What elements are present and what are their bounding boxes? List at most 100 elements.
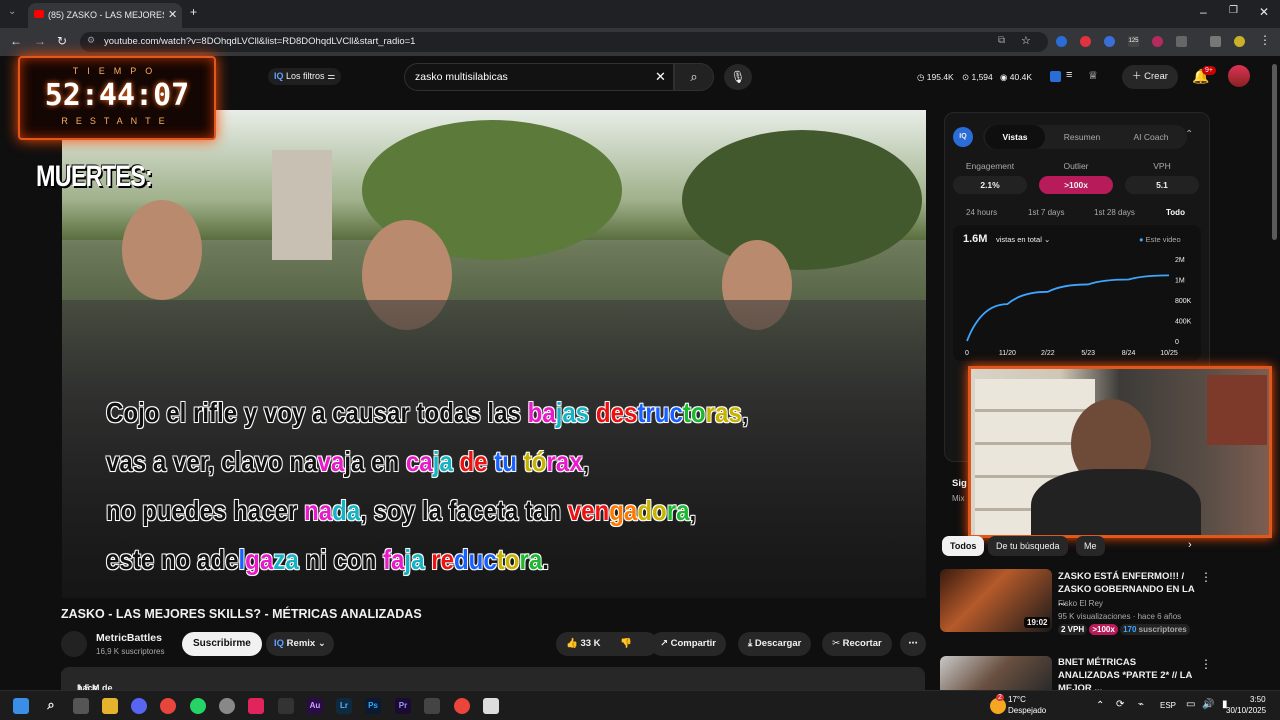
windows-start-icon[interactable] bbox=[13, 698, 29, 714]
more-actions-icon[interactable]: ⋯ bbox=[900, 632, 926, 656]
rec-duration: 19:02 bbox=[1024, 617, 1051, 628]
chips-next-icon[interactable]: › bbox=[1188, 539, 1192, 551]
collapse-icon[interactable]: ⌃ bbox=[1185, 129, 1193, 140]
chip-from-search[interactable]: De tu búsqueda bbox=[988, 536, 1068, 556]
thumbs-down-icon[interactable]: 👎 bbox=[620, 632, 632, 656]
remix-button[interactable]: IQ Remix ⌄ bbox=[266, 632, 334, 656]
extensions-puzzle-icon[interactable] bbox=[1176, 36, 1187, 47]
clock-time[interactable]: 3:50 bbox=[1250, 695, 1266, 704]
video-player[interactable]: Cojo el rifle y voy a causar todas las b… bbox=[62, 110, 926, 598]
lightroom-icon[interactable]: Lr bbox=[336, 698, 352, 714]
counter-extension-icon[interactable]: 125 bbox=[1128, 36, 1139, 47]
iq-header-icon[interactable] bbox=[1050, 71, 1061, 82]
iq-extension-icon[interactable] bbox=[1056, 36, 1067, 47]
like-button[interactable]: 👍 33 K bbox=[566, 638, 601, 649]
range-24h[interactable]: 24 hours bbox=[966, 208, 997, 217]
description-box[interactable]: 1,5 M de visualizaciones hace 6 años bbox=[61, 667, 925, 713]
tray-chevron-icon[interactable]: ⌃ bbox=[1096, 700, 1104, 711]
trophy-icon[interactable]: ♕ bbox=[1088, 69, 1098, 82]
terminal-icon[interactable] bbox=[424, 698, 440, 714]
premiere-icon[interactable]: Pr bbox=[395, 698, 411, 714]
new-tab-icon[interactable]: + bbox=[190, 5, 197, 19]
playlist-title-partial[interactable]: Sig bbox=[952, 478, 967, 489]
create-button[interactable]: ＋ Crear bbox=[1122, 65, 1178, 89]
range-28d[interactable]: 1st 28 days bbox=[1094, 208, 1135, 217]
site-info-icon[interactable]: ⚙ bbox=[87, 35, 95, 46]
rec-menu-icon[interactable]: ⋮ bbox=[1200, 570, 1212, 584]
clock-date[interactable]: 30/10/2025 bbox=[1226, 706, 1266, 715]
subscribe-button[interactable]: Suscribirme bbox=[182, 632, 262, 656]
chip-all[interactable]: Todos bbox=[942, 536, 985, 556]
red-extension-icon[interactable] bbox=[1080, 36, 1091, 47]
voice-search-button[interactable]: 🎙 bbox=[724, 64, 752, 90]
language-indicator[interactable]: ESP bbox=[1160, 701, 1176, 710]
browser-tab[interactable]: (85) ZASKO - LAS MEJORES SKILLS ✕ bbox=[28, 3, 182, 28]
shield-extension-icon[interactable] bbox=[1152, 36, 1163, 47]
close-window-icon[interactable]: ✕ bbox=[1259, 5, 1269, 19]
wave-extension-icon[interactable] bbox=[1104, 36, 1115, 47]
network-icon[interactable]: ⌁ bbox=[1138, 699, 1144, 710]
minimize-icon[interactable]: – bbox=[1200, 5, 1207, 19]
forward-icon[interactable]: → bbox=[34, 34, 46, 48]
file-explorer-icon[interactable] bbox=[102, 698, 118, 714]
window-app-icon[interactable] bbox=[483, 698, 499, 714]
browser-menu-icon[interactable]: ⋮ bbox=[1259, 33, 1271, 47]
x-tick-label: 2/22 bbox=[1041, 350, 1055, 357]
back-icon[interactable]: ← bbox=[10, 34, 22, 48]
y-tick-label: 400K bbox=[1175, 319, 1192, 326]
download-button[interactable]: ⤓ Descargar bbox=[738, 632, 812, 656]
chrome-active-icon[interactable] bbox=[454, 698, 470, 714]
url-field[interactable]: ⚙ youtube.com/watch?v=8DOhqdLVCll&list=R… bbox=[80, 32, 1048, 52]
reload-icon[interactable]: ↻ bbox=[57, 34, 67, 48]
app-icon[interactable] bbox=[219, 698, 235, 714]
task-view-icon[interactable] bbox=[73, 698, 89, 714]
filters-button[interactable]: IQ Los filtros ⚌ bbox=[268, 68, 342, 85]
chevron-down-icon: ⌄ bbox=[317, 638, 326, 649]
tab-ai-coach[interactable]: AI Coach bbox=[1117, 125, 1185, 149]
channel-name[interactable]: MetricBattles bbox=[96, 632, 162, 644]
tab-vistas[interactable]: Vistas bbox=[985, 125, 1045, 149]
range-all[interactable]: Todo bbox=[1166, 208, 1185, 217]
sync-icon[interactable]: ⟳ bbox=[1116, 699, 1124, 710]
channel-avatar[interactable] bbox=[61, 631, 87, 657]
bookmark-star-icon[interactable]: ☆ bbox=[1021, 34, 1031, 47]
tab-resumen[interactable]: Resumen bbox=[1049, 125, 1115, 149]
photoshop-icon[interactable]: Ps bbox=[365, 698, 381, 714]
url-text: youtube.com/watch?v=8DOhqdLVCll&list=RD8… bbox=[104, 36, 416, 47]
volume-icon[interactable]: 🔊 bbox=[1202, 699, 1214, 710]
search-button[interactable]: ⌕ bbox=[674, 63, 714, 91]
maximize-icon[interactable]: ❐ bbox=[1229, 5, 1238, 16]
whatsapp-icon[interactable] bbox=[190, 698, 206, 714]
tab-list-icon[interactable]: ⌄ bbox=[8, 6, 16, 17]
rec-menu-icon[interactable]: ⋮ bbox=[1200, 657, 1212, 671]
rec-channel[interactable]: Fisko El Rey bbox=[1058, 599, 1103, 608]
iq-filter-icon: IQ bbox=[274, 71, 284, 81]
capcut-icon[interactable] bbox=[278, 698, 294, 714]
chrome-icon[interactable] bbox=[160, 698, 176, 714]
video-title: ZASKO - LAS MEJORES SKILLS? - MÉTRICAS A… bbox=[61, 607, 422, 621]
video-person bbox=[122, 200, 202, 300]
after-effects-icon[interactable]: Au bbox=[307, 698, 323, 714]
reading-list-icon[interactable] bbox=[1210, 36, 1221, 47]
profile-extension-icon[interactable] bbox=[1234, 36, 1245, 47]
range-7d[interactable]: 1st 7 days bbox=[1028, 208, 1064, 217]
clip-button[interactable]: ✂ Recortar bbox=[822, 632, 892, 656]
clear-search-icon[interactable]: ✕ bbox=[655, 69, 666, 85]
discord-icon[interactable] bbox=[131, 698, 147, 714]
search-icon[interactable]: ⌕ bbox=[43, 698, 59, 714]
install-icon[interactable]: ⧉ bbox=[998, 35, 1005, 46]
close-tab-icon[interactable]: ✕ bbox=[168, 8, 177, 21]
chip-more[interactable]: Me bbox=[1076, 536, 1105, 556]
rec-thumbnail[interactable]: 19:02 bbox=[940, 569, 1052, 632]
share-button[interactable]: ↗ Compartir bbox=[650, 632, 727, 656]
stat-videos: ⊙ 1,594 bbox=[962, 72, 993, 82]
tiktok-icon[interactable] bbox=[248, 698, 264, 714]
account-avatar[interactable] bbox=[1228, 65, 1250, 87]
browser-tab-bar: ⌄ (85) ZASKO - LAS MEJORES SKILLS ✕ + – … bbox=[0, 0, 1280, 28]
page-scrollbar[interactable] bbox=[1272, 64, 1277, 240]
display-icon[interactable]: ▭ bbox=[1186, 699, 1195, 710]
chart-icon[interactable]: ≡ bbox=[1066, 69, 1072, 81]
search-input[interactable]: zasko multisilabicas ✕ bbox=[404, 63, 674, 91]
rec-thumbnail[interactable] bbox=[940, 656, 1052, 690]
timer-value: 52:44:07 bbox=[44, 78, 190, 113]
